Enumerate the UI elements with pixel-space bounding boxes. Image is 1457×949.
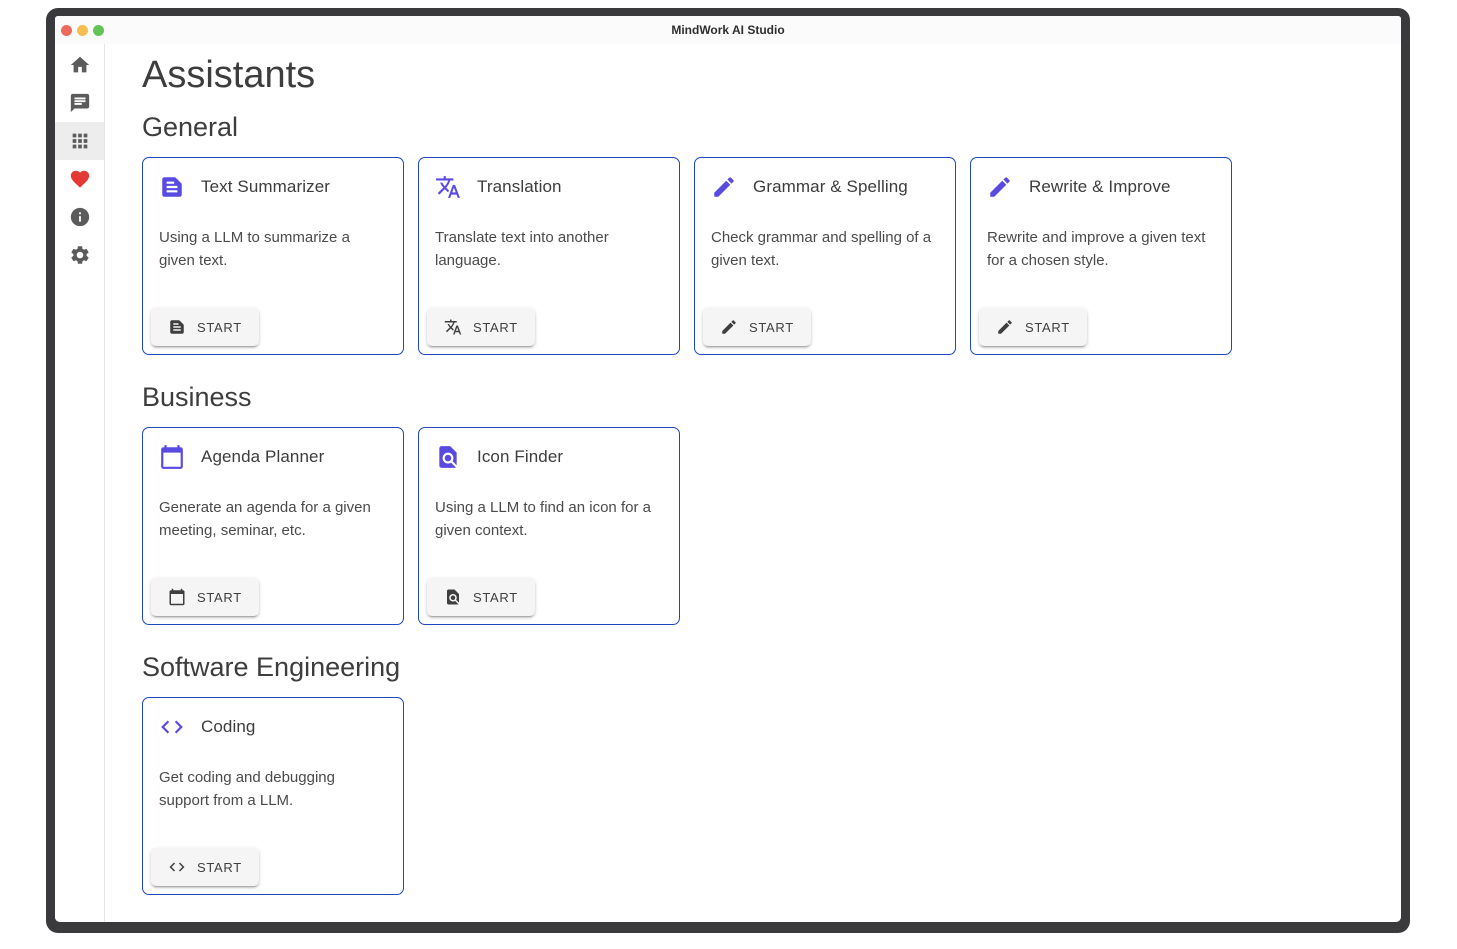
section-business: Business Agenda Planner Generate an agen… bbox=[142, 381, 1381, 625]
card-actions: START bbox=[419, 300, 679, 354]
card-row: Coding Get coding and debugging support … bbox=[142, 697, 1381, 895]
code-icon bbox=[168, 858, 186, 876]
start-button-icon-finder[interactable]: START bbox=[427, 578, 535, 616]
main-content: Assistants General Text Summarizer Using… bbox=[105, 44, 1401, 922]
section-title-software-engineering: Software Engineering bbox=[142, 651, 1381, 684]
start-button-text-summarizer[interactable]: START bbox=[151, 308, 259, 346]
translate-icon bbox=[435, 174, 461, 200]
sidebar-item-favorites[interactable] bbox=[55, 160, 104, 198]
start-button-translation[interactable]: START bbox=[427, 308, 535, 346]
card-actions: START bbox=[143, 840, 403, 894]
assistant-card-text-summarizer: Text Summarizer Using a LLM to summarize… bbox=[142, 157, 404, 355]
assistant-card-description: Translate text into another language. bbox=[419, 200, 679, 272]
card-header: Rewrite & Improve bbox=[971, 158, 1231, 200]
card-header: Grammar & Spelling bbox=[695, 158, 955, 200]
home-icon bbox=[69, 54, 91, 76]
section-title-general: General bbox=[142, 111, 1381, 144]
close-window-button[interactable] bbox=[61, 25, 72, 36]
minimize-window-button[interactable] bbox=[77, 25, 88, 36]
card-header: Coding bbox=[143, 698, 403, 740]
text-snippet-icon bbox=[168, 318, 186, 336]
assistant-card-coding: Coding Get coding and debugging support … bbox=[142, 697, 404, 895]
app-window: MindWork AI Studio bbox=[46, 8, 1410, 933]
apps-grid-icon bbox=[69, 130, 91, 152]
info-icon bbox=[69, 206, 91, 228]
calendar-icon bbox=[168, 588, 186, 606]
assistant-card-description: Check grammar and spelling of a given te… bbox=[695, 200, 955, 272]
card-actions: START bbox=[971, 300, 1231, 354]
start-button-label: START bbox=[197, 320, 242, 335]
card-row: Agenda Planner Generate an agenda for a … bbox=[142, 427, 1381, 625]
sidebar-item-assistants[interactable] bbox=[55, 122, 104, 160]
assistant-card-agenda-planner: Agenda Planner Generate an agenda for a … bbox=[142, 427, 404, 625]
section-software-engineering: Software Engineering Coding Get coding a… bbox=[142, 651, 1381, 895]
zoom-window-button[interactable] bbox=[93, 25, 104, 36]
assistant-card-description: Using a LLM to find an icon for a given … bbox=[419, 470, 679, 542]
sidebar-item-home[interactable] bbox=[55, 46, 104, 84]
page-title: Assistants bbox=[142, 52, 1381, 98]
pencil-icon bbox=[720, 318, 738, 336]
calendar-icon bbox=[159, 444, 185, 470]
assistant-card-title: Rewrite & Improve bbox=[1029, 177, 1171, 197]
titlebar: MindWork AI Studio bbox=[55, 16, 1401, 44]
pencil-icon bbox=[987, 174, 1013, 200]
window-title: MindWork AI Studio bbox=[55, 23, 1401, 37]
assistant-card-description: Rewrite and improve a given text for a c… bbox=[971, 200, 1231, 272]
pencil-icon bbox=[996, 318, 1014, 336]
assistant-card-grammar-spelling: Grammar & Spelling Check grammar and spe… bbox=[694, 157, 956, 355]
assistant-card-title: Agenda Planner bbox=[201, 447, 324, 467]
section-title-business: Business bbox=[142, 381, 1381, 414]
start-button-label: START bbox=[197, 860, 242, 875]
assistant-card-description: Get coding and debugging support from a … bbox=[143, 740, 403, 812]
assistant-card-title: Text Summarizer bbox=[201, 177, 330, 197]
sidebar-item-about[interactable] bbox=[55, 198, 104, 236]
start-button-coding[interactable]: START bbox=[151, 848, 259, 886]
assistant-card-description: Using a LLM to summarize a given text. bbox=[143, 200, 403, 272]
start-button-rewrite-improve[interactable]: START bbox=[979, 308, 1087, 346]
start-button-label: START bbox=[749, 320, 794, 335]
pencil-icon bbox=[711, 174, 737, 200]
section-general: General Text Summarizer Using a LLM to s… bbox=[142, 111, 1381, 355]
card-actions: START bbox=[143, 570, 403, 624]
assistant-card-rewrite-improve: Rewrite & Improve Rewrite and improve a … bbox=[970, 157, 1232, 355]
start-button-label: START bbox=[473, 320, 518, 335]
card-row: Text Summarizer Using a LLM to summarize… bbox=[142, 157, 1381, 355]
window-inner: MindWork AI Studio bbox=[55, 16, 1401, 922]
card-header: Text Summarizer bbox=[143, 158, 403, 200]
heart-icon bbox=[69, 168, 91, 190]
sidebar-item-settings[interactable] bbox=[55, 236, 104, 274]
card-header: Agenda Planner bbox=[143, 428, 403, 470]
app-body: Assistants General Text Summarizer Using… bbox=[55, 44, 1401, 922]
start-button-label: START bbox=[1025, 320, 1070, 335]
assistant-card-icon-finder: Icon Finder Using a LLM to find an icon … bbox=[418, 427, 680, 625]
chat-icon bbox=[69, 92, 91, 114]
assistant-card-title: Coding bbox=[201, 717, 255, 737]
start-button-grammar-spelling[interactable]: START bbox=[703, 308, 811, 346]
card-actions: START bbox=[419, 570, 679, 624]
assistant-card-title: Grammar & Spelling bbox=[753, 177, 908, 197]
card-actions: START bbox=[695, 300, 955, 354]
card-header: Icon Finder bbox=[419, 428, 679, 470]
start-button-label: START bbox=[197, 590, 242, 605]
assistant-card-title: Translation bbox=[477, 177, 562, 197]
card-header: Translation bbox=[419, 158, 679, 200]
text-snippet-icon bbox=[159, 174, 185, 200]
code-icon bbox=[159, 714, 185, 740]
start-button-agenda-planner[interactable]: START bbox=[151, 578, 259, 616]
start-button-label: START bbox=[473, 590, 518, 605]
window-controls bbox=[55, 25, 104, 36]
gear-icon bbox=[69, 244, 91, 266]
assistant-card-translation: Translation Translate text into another … bbox=[418, 157, 680, 355]
assistant-card-title: Icon Finder bbox=[477, 447, 563, 467]
find-in-page-icon bbox=[444, 588, 462, 606]
sidebar-item-chats[interactable] bbox=[55, 84, 104, 122]
assistant-card-description: Generate an agenda for a given meeting, … bbox=[143, 470, 403, 542]
card-actions: START bbox=[143, 300, 403, 354]
translate-icon bbox=[444, 318, 462, 336]
find-in-page-icon bbox=[435, 444, 461, 470]
sidebar bbox=[55, 44, 105, 922]
